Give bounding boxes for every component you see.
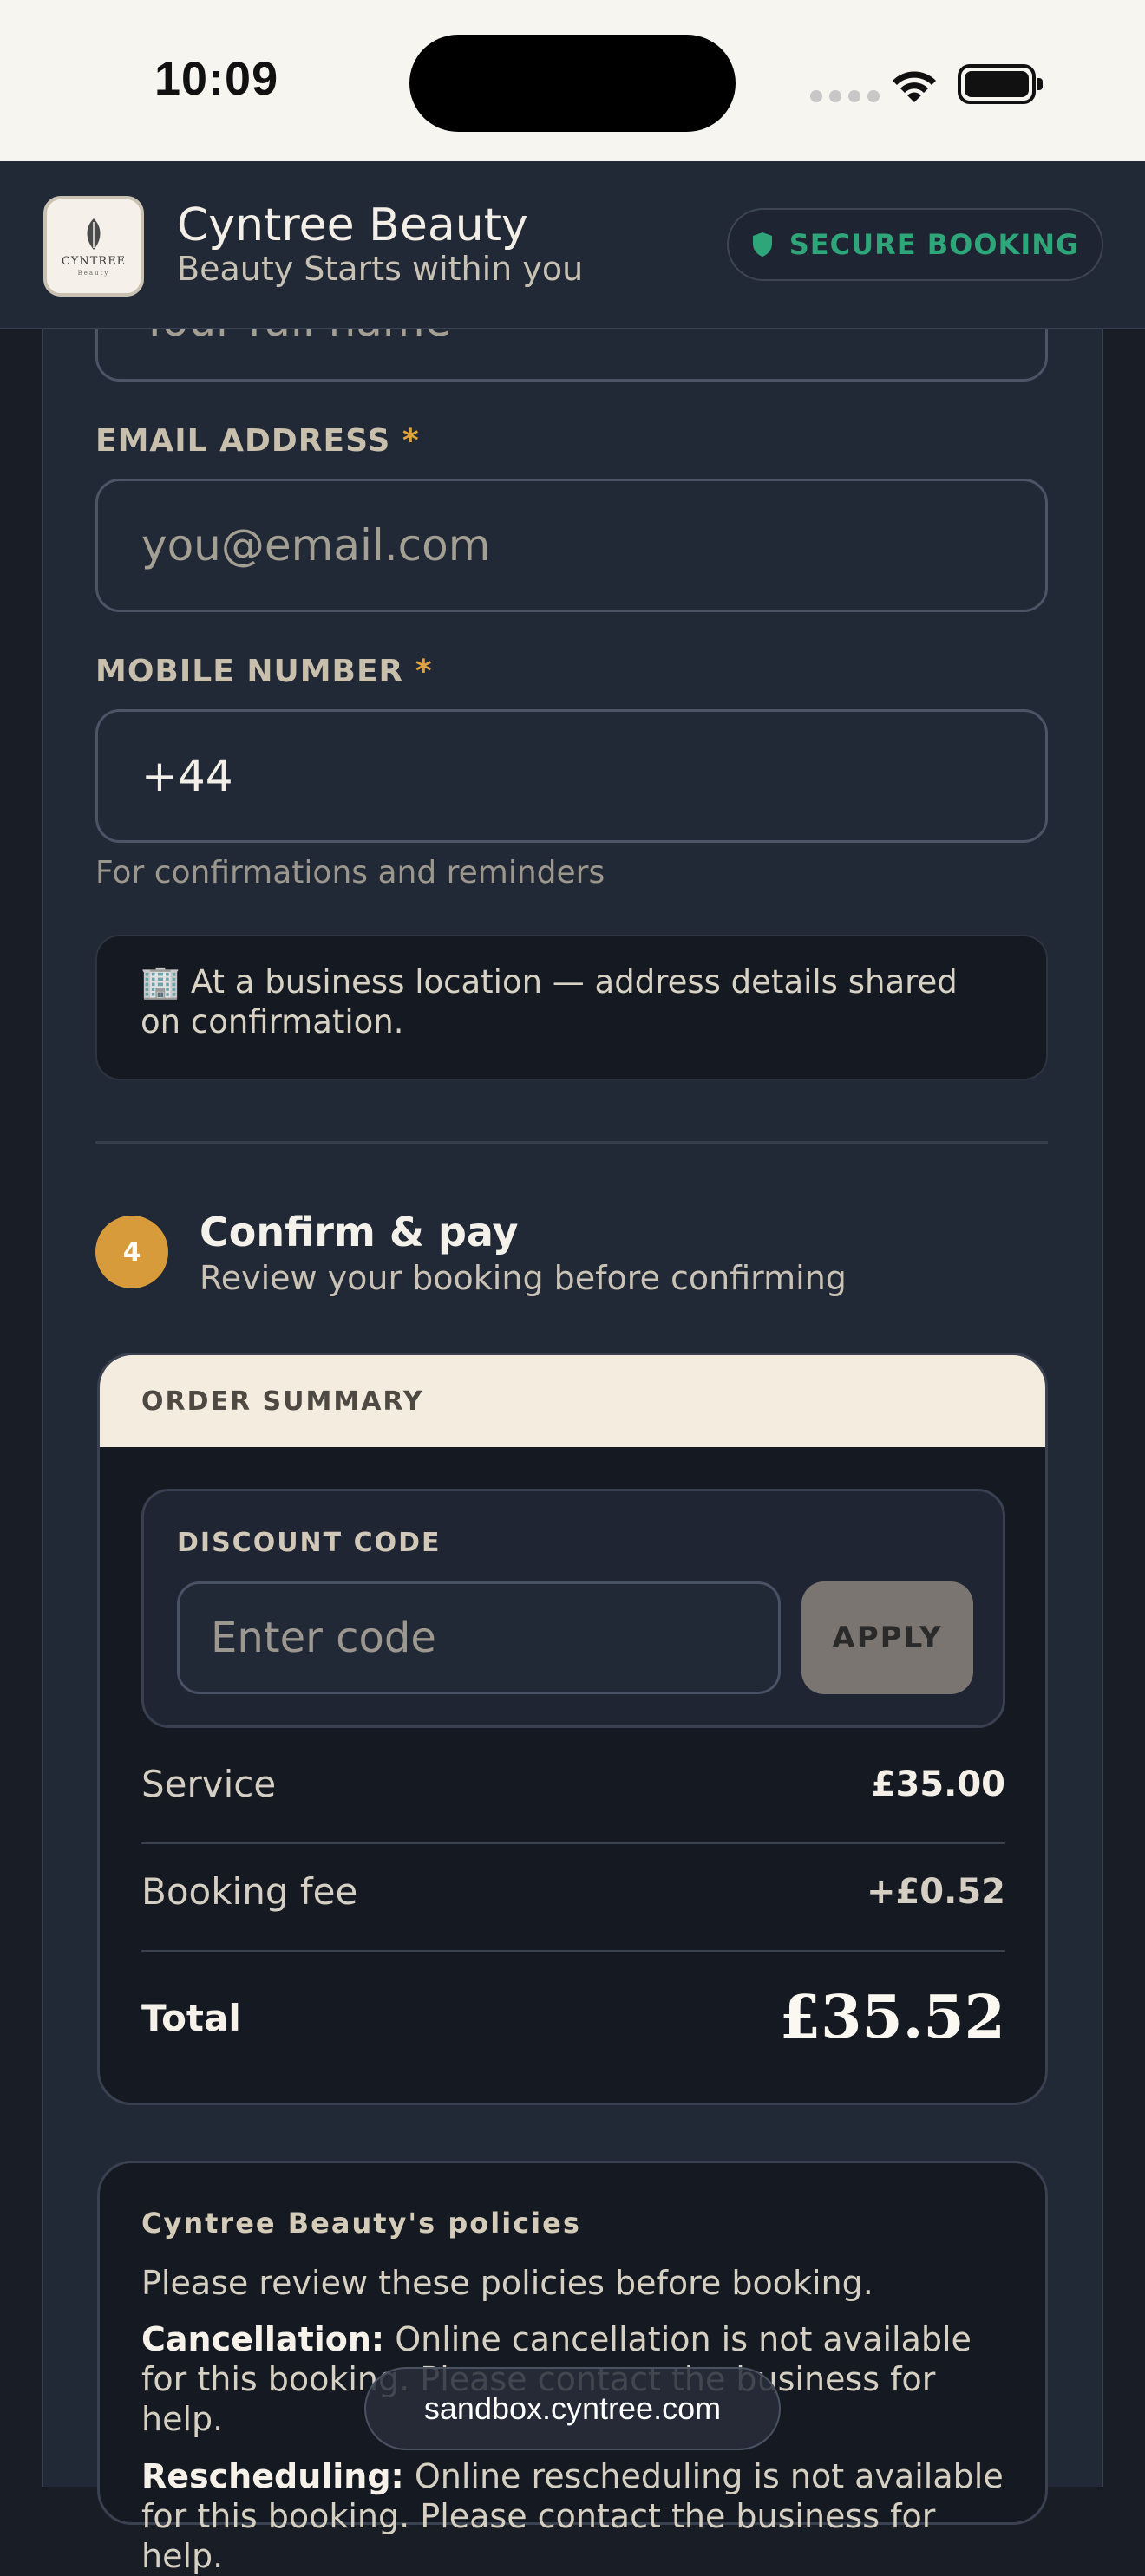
- clock: 10:09: [154, 53, 279, 105]
- section-divider: [95, 1141, 1048, 1144]
- rescheduling-label: Rescheduling:: [141, 2457, 404, 2495]
- email-label: EMAIL ADDRESS *: [95, 423, 420, 459]
- mobile-input[interactable]: +44: [95, 709, 1048, 843]
- secure-booking-label: SECURE BOOKING: [788, 228, 1080, 261]
- order-summary-heading: ORDER SUMMARY: [100, 1355, 1045, 1447]
- policies-card: Cyntree Beauty's policies Please review …: [97, 2161, 1048, 2575]
- discount-code-label: DISCOUNT CODE: [177, 1528, 442, 1558]
- service-label: Service: [141, 1763, 277, 1805]
- total-price: £35.52: [779, 1983, 1005, 2052]
- step-subtitle: Review your booking before confirming: [200, 1259, 847, 1297]
- brand-name: Cyntree Beauty: [177, 199, 528, 251]
- location-note-text: At a business location — address details…: [141, 963, 958, 1040]
- row-divider: [141, 1950, 1005, 1952]
- total-label: Total: [141, 1996, 241, 2039]
- dynamic-island: [409, 35, 736, 132]
- cancellation-label: Cancellation:: [141, 2320, 385, 2358]
- discount-code-input[interactable]: Enter code: [177, 1581, 781, 1694]
- row-divider: [141, 1842, 1005, 1844]
- rescheduling-policy: Rescheduling: Online rescheduling is not…: [141, 2456, 1004, 2576]
- status-bar: 10:09: [0, 0, 1145, 161]
- battery-icon: [958, 64, 1043, 104]
- step-number-badge: 4: [95, 1216, 168, 1288]
- brand-logo[interactable]: CYNTREE Beauty: [43, 196, 144, 297]
- booking-fee-price: +£0.52: [866, 1871, 1005, 1912]
- booking-fee-row: Booking fee +£0.52: [141, 1870, 1005, 1913]
- cellular-signal-icon: [810, 90, 880, 102]
- browser-url-bar[interactable]: sandbox.cyntree.com: [364, 2367, 781, 2450]
- logo-subtext: Beauty: [77, 269, 110, 277]
- building-icon: 🏢: [141, 963, 181, 1001]
- brand-tagline: Beauty Starts within you: [177, 250, 584, 288]
- mobile-label: MOBILE NUMBER *: [95, 654, 433, 689]
- app-header: CYNTREE Beauty Cyntree Beauty Beauty Sta…: [0, 161, 1145, 329]
- shield-icon: [752, 232, 772, 257]
- booking-fee-label: Booking fee: [141, 1870, 358, 1913]
- email-placeholder: you@email.com: [141, 520, 491, 571]
- mobile-hint: For confirmations and reminders: [95, 855, 605, 890]
- secure-booking-badge: SECURE BOOKING: [727, 208, 1103, 281]
- discount-code-placeholder: Enter code: [211, 1614, 436, 1662]
- mobile-value: +44: [141, 751, 233, 801]
- wifi-icon: [893, 71, 936, 102]
- email-input[interactable]: you@email.com: [95, 479, 1048, 612]
- step-title: Confirm & pay: [200, 1209, 519, 1255]
- leaf-icon: [87, 218, 101, 250]
- service-price: £35.00: [871, 1764, 1005, 1804]
- apply-discount-button[interactable]: APPLY: [802, 1581, 973, 1694]
- order-summary-card: ORDER SUMMARY DISCOUNT CODE Enter code A…: [97, 1353, 1048, 2105]
- total-row: Total £35.52: [141, 1983, 1005, 2052]
- logo-text: CYNTREE: [61, 254, 127, 268]
- location-note: 🏢 At a business location — address detai…: [95, 935, 1048, 1080]
- service-row: Service £35.00: [141, 1763, 1005, 1805]
- discount-code-section: DISCOUNT CODE Enter code APPLY: [141, 1489, 1005, 1728]
- policies-title: Cyntree Beauty's policies: [141, 2207, 581, 2240]
- policies-intro: Please review these policies before book…: [141, 2264, 873, 2302]
